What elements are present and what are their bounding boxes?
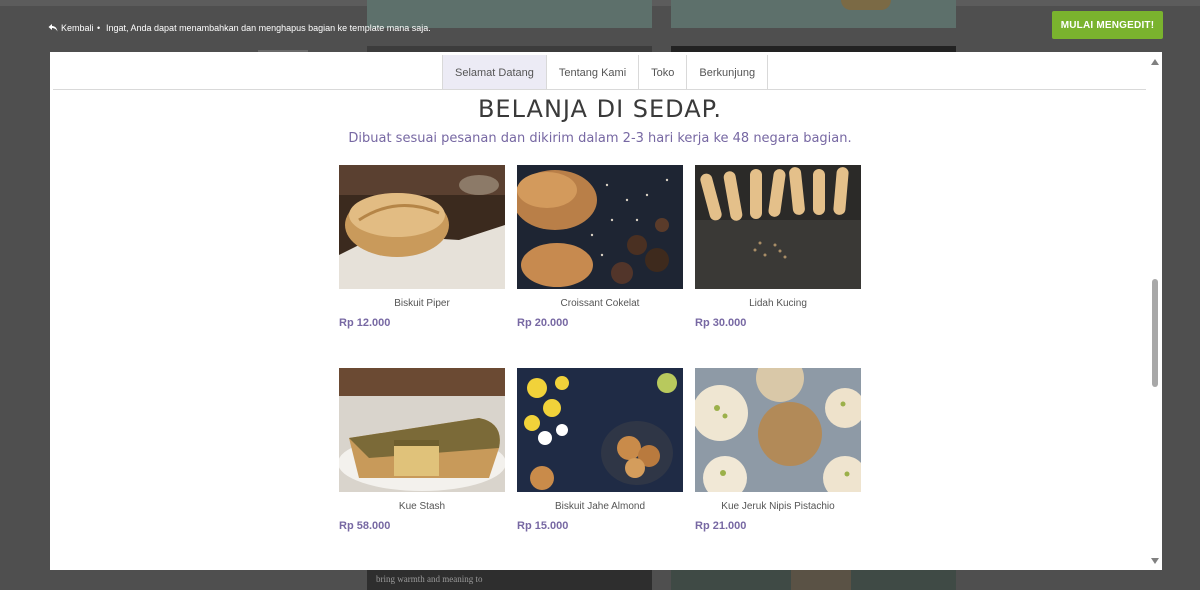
back-label: Kembali [61, 23, 94, 33]
product-price: Rp 21.000 [695, 520, 747, 532]
editor-tip: Ingat, Anda dapat menambahkan dan mengha… [106, 23, 431, 33]
product-price: Rp 30.000 [695, 317, 747, 329]
background-snippet: bring warmth and meaning to [376, 574, 483, 584]
product-price: Rp 20.000 [517, 317, 569, 329]
back-link[interactable]: Kembali [48, 23, 94, 33]
product-name: Lidah Kucing [749, 298, 807, 309]
tab-divider [53, 89, 1146, 90]
scroll-up-arrow-icon[interactable] [1151, 59, 1159, 65]
editor-toolbar: Kembali • Ingat, Anda dapat menambahkan … [0, 11, 1200, 44]
product-image-kue-stash[interactable] [339, 368, 505, 492]
page-title: BELANJA DI SEDAP. [477, 95, 723, 123]
product-card[interactable]: Biskuit Jahe Almond Rp 15.000 [517, 368, 683, 532]
product-image-biskuit-jahe-almond[interactable] [517, 368, 683, 492]
template-preview-modal: Selamat Datang Tentang Kami Toko Berkunj… [50, 52, 1162, 570]
nav-tabs: Selamat Datang Tentang Kami Toko Berkunj… [442, 55, 769, 90]
product-name: Kue Stash [398, 501, 446, 512]
tab-selamat-datang[interactable]: Selamat Datang [443, 55, 547, 90]
back-arrow-icon [48, 23, 58, 33]
product-name: Biskuit Jahe Almond [554, 501, 646, 512]
scrollbar-thumb[interactable] [1152, 279, 1158, 387]
start-editing-button[interactable]: MULAI MENGEDIT! [1052, 11, 1163, 39]
product-price: Rp 58.000 [339, 520, 391, 532]
product-card[interactable]: Kue Jeruk Nipis Pistachio Rp 21.000 [695, 368, 861, 532]
separator-dot: • [97, 23, 101, 33]
tab-toko[interactable]: Toko [639, 55, 688, 90]
product-image-biskuit-piper[interactable] [339, 165, 505, 289]
page-subtitle: Dibuat sesuai pesanan dan dikirim dalam … [348, 131, 852, 146]
product-price: Rp 15.000 [517, 520, 569, 532]
product-card[interactable]: Lidah Kucing Rp 30.000 [695, 165, 861, 329]
product-card[interactable]: Croissant Cokelat Rp 20.000 [517, 165, 683, 329]
product-card[interactable]: Biskuit Piper Rp 12.000 [339, 165, 505, 329]
product-image-kue-jeruk-nipis-pistachio[interactable] [695, 368, 861, 492]
product-image-croissant-cokelat[interactable] [517, 165, 683, 289]
scroll-down-arrow-icon[interactable] [1151, 558, 1159, 564]
tab-berkunjung[interactable]: Berkunjung [687, 55, 769, 90]
product-name: Croissant Cokelat [560, 298, 640, 309]
product-name: Biskuit Piper [394, 298, 450, 309]
product-name: Kue Jeruk Nipis Pistachio [721, 501, 835, 512]
product-image-lidah-kucing[interactable] [695, 165, 861, 289]
modal-scrollbar[interactable] [1148, 52, 1162, 570]
background-image-tile [671, 570, 956, 590]
product-card[interactable]: Kue Stash Rp 58.000 [339, 368, 505, 532]
tab-tentang-kami[interactable]: Tentang Kami [546, 55, 640, 90]
product-price: Rp 12.000 [339, 317, 391, 329]
